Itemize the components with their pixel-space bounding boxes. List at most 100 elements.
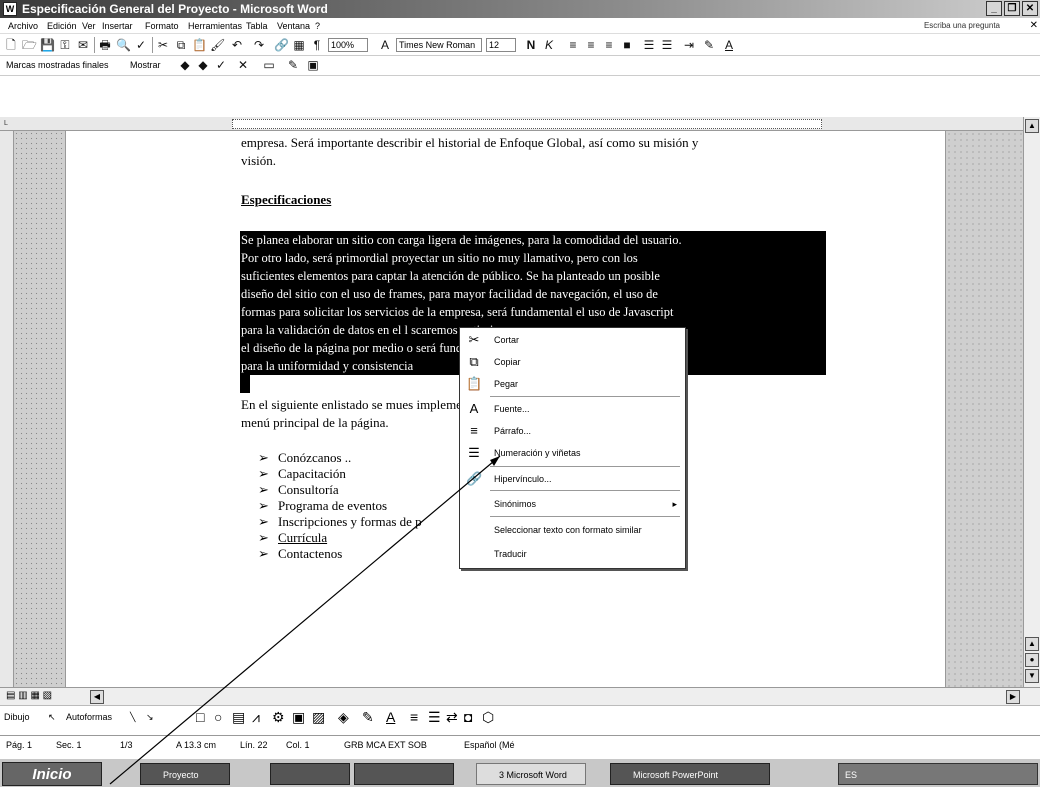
clipart-icon[interactable]: ▣ xyxy=(292,706,305,728)
menu-insertar[interactable]: Insertar xyxy=(102,18,133,34)
ctx-select-similar[interactable]: Seleccionar texto con formato similar xyxy=(460,520,685,540)
increase-indent-icon[interactable]: ⇥ xyxy=(682,38,696,52)
permission-icon[interactable]: ⚿ xyxy=(58,38,72,52)
close-button[interactable]: ✕ xyxy=(1022,1,1038,16)
taskbar-item-word[interactable]: 3 Microsoft Word xyxy=(476,763,586,785)
copy-icon[interactable]: ⧉ xyxy=(174,38,188,52)
taskbar-item[interactable] xyxy=(354,763,454,785)
restore-button[interactable]: ❐ xyxy=(1004,1,1020,16)
arrow-style-icon[interactable]: ⇄ xyxy=(446,706,458,728)
horizontal-ruler[interactable]: L xyxy=(0,117,1040,131)
reject-change-icon[interactable]: ✕ xyxy=(236,58,250,72)
bold-icon[interactable]: N xyxy=(524,38,538,52)
3d-icon[interactable]: ⬡ xyxy=(482,706,494,728)
menu-edicion[interactable]: Edición xyxy=(47,18,77,34)
fill-color-icon[interactable]: ◈ xyxy=(338,706,349,728)
previous-change-icon[interactable]: ◆ xyxy=(178,58,192,72)
browse-object-icon[interactable]: ● xyxy=(1025,653,1039,667)
font-size-select[interactable]: 12 xyxy=(486,38,516,52)
bullets-icon[interactable]: ☰ xyxy=(660,38,674,52)
highlight-icon[interactable]: ✎ xyxy=(702,38,716,52)
track-changes-icon[interactable]: ✎ xyxy=(286,58,300,72)
menu-help[interactable]: ? xyxy=(315,18,320,34)
align-right-icon[interactable]: ≡ xyxy=(602,38,616,52)
wordart-icon[interactable]: ⩘ xyxy=(252,706,260,728)
ctx-cut[interactable]: ✂ Cortar xyxy=(460,330,685,350)
next-change-icon[interactable]: ◆ xyxy=(196,58,210,72)
scroll-right-arrow[interactable]: ▶ xyxy=(1006,690,1020,704)
tables-borders-icon[interactable]: ▦ xyxy=(292,38,306,52)
previous-page-icon[interactable]: ▲ xyxy=(1025,637,1039,651)
line-color-icon[interactable]: ✎ xyxy=(362,706,374,728)
show-hide-icon[interactable]: ¶ xyxy=(310,38,324,52)
menu-formato[interactable]: Formato xyxy=(145,18,179,34)
diagram-icon[interactable]: ⚙ xyxy=(272,706,285,728)
numbering-icon[interactable]: ☰ xyxy=(642,38,656,52)
spelling-icon[interactable]: ✓ xyxy=(134,38,148,52)
scroll-left-arrow[interactable]: ◀ xyxy=(90,690,104,704)
taskbar-item-powerpoint[interactable]: Microsoft PowerPoint xyxy=(610,763,770,785)
align-center-icon[interactable]: ≡ xyxy=(584,38,598,52)
start-button[interactable]: Inicio xyxy=(2,762,102,786)
draw-menu[interactable]: Dibujo xyxy=(4,706,30,728)
textbox-icon[interactable]: ▤ xyxy=(232,706,245,728)
format-painter-icon[interactable]: 🖌 xyxy=(210,38,225,52)
picture-icon[interactable]: ▨ xyxy=(312,706,325,728)
styles-icon[interactable]: A xyxy=(378,38,392,52)
menu-ver[interactable]: Ver xyxy=(82,18,96,34)
ctx-synonyms[interactable]: Sinónimos ▸ xyxy=(460,494,685,514)
taskbar-item[interactable] xyxy=(270,763,350,785)
word-icon[interactable]: W xyxy=(3,2,17,16)
menu-tabla[interactable]: Tabla xyxy=(246,18,268,34)
new-icon[interactable]: 🗋 xyxy=(4,38,18,52)
ctx-copy[interactable]: ⧉ Copiar xyxy=(460,352,685,372)
ctx-font[interactable]: A Fuente... xyxy=(460,399,685,419)
view-buttons[interactable]: ▤ ▥ ▦ ▧ xyxy=(6,690,52,701)
taskbar-item-proyecto[interactable]: Proyecto xyxy=(140,763,230,785)
status-modes[interactable]: GRB MCA EXT SOB xyxy=(344,736,427,754)
ctx-numbering[interactable]: ☰ Numeración y viñetas xyxy=(460,443,685,463)
undo-icon[interactable]: ↶ xyxy=(230,38,244,52)
font-color-icon[interactable]: A xyxy=(722,38,736,52)
redo-icon[interactable]: ↷ xyxy=(252,38,266,52)
scroll-up-arrow[interactable]: ▲ xyxy=(1025,119,1039,133)
justify-icon[interactable]: ■ xyxy=(620,38,634,52)
select-objects-icon[interactable]: ↖ xyxy=(48,706,56,728)
font-color-icon[interactable]: A xyxy=(386,706,395,728)
ctx-paragraph[interactable]: ≡ Párrafo... xyxy=(460,421,685,441)
insert-comment-icon[interactable]: ▭ xyxy=(262,58,276,72)
reviewing-pane-icon[interactable]: ▣ xyxy=(306,58,320,72)
cut-icon[interactable]: ✂ xyxy=(156,38,170,52)
help-question-box[interactable]: Escriba una pregunta xyxy=(924,18,1000,34)
open-icon[interactable]: 🗁 xyxy=(22,38,37,52)
tab-selector-icon[interactable]: L xyxy=(4,120,8,127)
doc-close-icon[interactable]: ✕ xyxy=(1030,18,1038,34)
print-icon[interactable]: 🖶 xyxy=(98,38,112,52)
accept-change-icon[interactable]: ✓ xyxy=(214,58,228,72)
line-icon[interactable]: ╲ xyxy=(130,706,135,728)
menu-archivo[interactable]: Archivo xyxy=(8,18,38,34)
ctx-hyperlink[interactable]: 🔗 Hipervínculo... xyxy=(460,469,685,489)
show-menu[interactable]: Mostrar xyxy=(128,59,168,73)
ctx-paste[interactable]: 📋 Pegar xyxy=(460,374,685,394)
save-icon[interactable]: 💾 xyxy=(40,38,55,52)
print-preview-icon[interactable]: 🔍 xyxy=(116,38,131,52)
language-indicator[interactable]: ES xyxy=(845,770,857,780)
horizontal-scrollbar[interactable]: ▤ ▥ ▦ ▧ ◀ ▶ xyxy=(0,687,1040,705)
oval-icon[interactable]: ○ xyxy=(214,706,222,728)
autoshapes-menu[interactable]: Autoformas xyxy=(66,706,112,728)
shadow-icon[interactable]: ◘ xyxy=(464,706,472,728)
next-page-icon[interactable]: ▼ xyxy=(1025,669,1039,683)
arrow-icon[interactable]: ↘ xyxy=(146,706,154,728)
rectangle-icon[interactable]: □ xyxy=(196,706,204,728)
minimize-button[interactable]: _ xyxy=(986,1,1002,16)
line-style-icon[interactable]: ≡ xyxy=(410,706,418,728)
menu-herramientas[interactable]: Herramientas xyxy=(188,18,242,34)
dash-style-icon[interactable]: ☰ xyxy=(428,706,441,728)
zoom-select[interactable]: 100% xyxy=(328,38,368,52)
markup-view-select[interactable]: Marcas mostradas finales xyxy=(4,59,114,73)
email-icon[interactable]: ✉ xyxy=(76,38,90,52)
italic-icon[interactable]: K xyxy=(542,38,556,52)
menu-ventana[interactable]: Ventana xyxy=(277,18,310,34)
align-left-icon[interactable]: ≡ xyxy=(566,38,580,52)
